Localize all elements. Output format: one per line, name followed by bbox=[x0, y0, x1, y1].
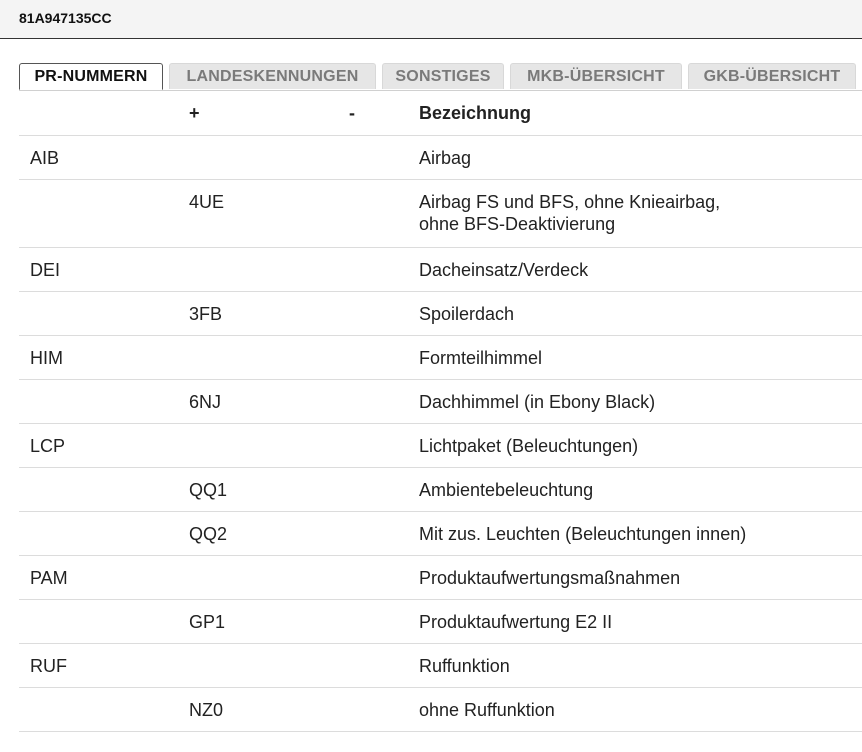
description-cell: ohne Ruffunktion bbox=[419, 700, 555, 720]
tab-pr-nummern[interactable]: PR-NUMMERN bbox=[19, 63, 163, 90]
description-cell: Ruffunktion bbox=[419, 656, 510, 676]
tab-gkb-uebersicht[interactable]: GKB-ÜBERSICHT bbox=[688, 63, 856, 89]
top-bar: 81A947135CC bbox=[0, 0, 862, 39]
column-header-bezeichnung: Bezeichnung bbox=[419, 103, 532, 123]
plus-code-cell: NZ0 bbox=[189, 700, 224, 720]
description-line-1: Airbag FS und BFS, ohne Knieairbag, bbox=[419, 192, 721, 212]
tab-mkb-uebersicht[interactable]: MKB-ÜBERSICHT bbox=[510, 63, 682, 89]
table-row: NZ0 ohne Ruffunktion bbox=[19, 688, 862, 732]
column-header-plus: + bbox=[189, 103, 200, 123]
description-cell: Ambientebeleuchtung bbox=[419, 480, 594, 500]
family-cell: LCP bbox=[30, 436, 66, 456]
family-cell: HIM bbox=[30, 348, 63, 368]
table-row: 3FB Spoilerdach bbox=[19, 292, 862, 336]
plus-code-cell: GP1 bbox=[189, 612, 226, 632]
plus-code-cell: QQ1 bbox=[189, 480, 228, 500]
plus-code-cell: QQ2 bbox=[189, 524, 228, 544]
table-row: QQ2 Mit zus. Leuchten (Beleuchtungen inn… bbox=[19, 512, 862, 556]
table-row: PAM Produktaufwertungsmaßnahmen bbox=[19, 556, 862, 600]
description-cell: Dachhimmel (in Ebony Black) bbox=[419, 392, 656, 412]
family-cell: DEI bbox=[30, 260, 61, 280]
part-number: 81A947135CC bbox=[19, 10, 112, 26]
table-row: 4UE Airbag FS und BFS, ohne Knieairbag, … bbox=[19, 180, 862, 248]
description-cell: Formteilhimmel bbox=[419, 348, 543, 368]
family-cell: AIB bbox=[30, 148, 60, 168]
description-cell: Dacheinsatz/Verdeck bbox=[419, 260, 589, 280]
pr-numbers-table: + - Bezeichnung AIB Airbag 4UE Airbag FS… bbox=[19, 91, 862, 732]
table-row: RUF Ruffunktion bbox=[19, 644, 862, 688]
description-cell: Spoilerdach bbox=[419, 304, 515, 324]
family-cell: PAM bbox=[30, 568, 68, 588]
table-row: GP1 Produktaufwertung E2 II bbox=[19, 600, 862, 644]
plus-code-cell: 3FB bbox=[189, 304, 223, 324]
tab-landeskennungen[interactable]: LANDESKENNUNGEN bbox=[169, 63, 376, 89]
plus-code-cell: 4UE bbox=[189, 192, 225, 212]
description-cell: Lichtpaket (Beleuchtungen) bbox=[419, 436, 639, 456]
tab-sonstiges[interactable]: SONSTIGES bbox=[382, 63, 504, 89]
table-row: QQ1 Ambientebeleuchtung bbox=[19, 468, 862, 512]
family-cell: RUF bbox=[30, 656, 67, 676]
column-header-minus: - bbox=[349, 103, 355, 123]
description-cell: Produktaufwertung E2 II bbox=[419, 612, 613, 632]
description-cell: Airbag bbox=[419, 148, 472, 168]
tab-bar: PR-NUMMERN LANDESKENNUNGEN SONSTIGES MKB… bbox=[19, 63, 862, 91]
description-line-2: ohne BFS-Deaktivierung bbox=[419, 214, 616, 234]
description-cell: Produktaufwertungsmaßnahmen bbox=[419, 568, 681, 588]
description-cell: Mit zus. Leuchten (Beleuchtungen innen) bbox=[419, 524, 747, 544]
plus-code-cell: 6NJ bbox=[189, 392, 222, 412]
table-header: + - Bezeichnung bbox=[19, 91, 862, 136]
table-row: HIM Formteilhimmel bbox=[19, 336, 862, 380]
table-row: AIB Airbag bbox=[19, 136, 862, 180]
description-cell: Airbag FS und BFS, ohne Knieairbag, ohne… bbox=[419, 191, 849, 235]
table-row: 6NJ Dachhimmel (in Ebony Black) bbox=[19, 380, 862, 424]
table-row: LCP Lichtpaket (Beleuchtungen) bbox=[19, 424, 862, 468]
table-row: DEI Dacheinsatz/Verdeck bbox=[19, 248, 862, 292]
